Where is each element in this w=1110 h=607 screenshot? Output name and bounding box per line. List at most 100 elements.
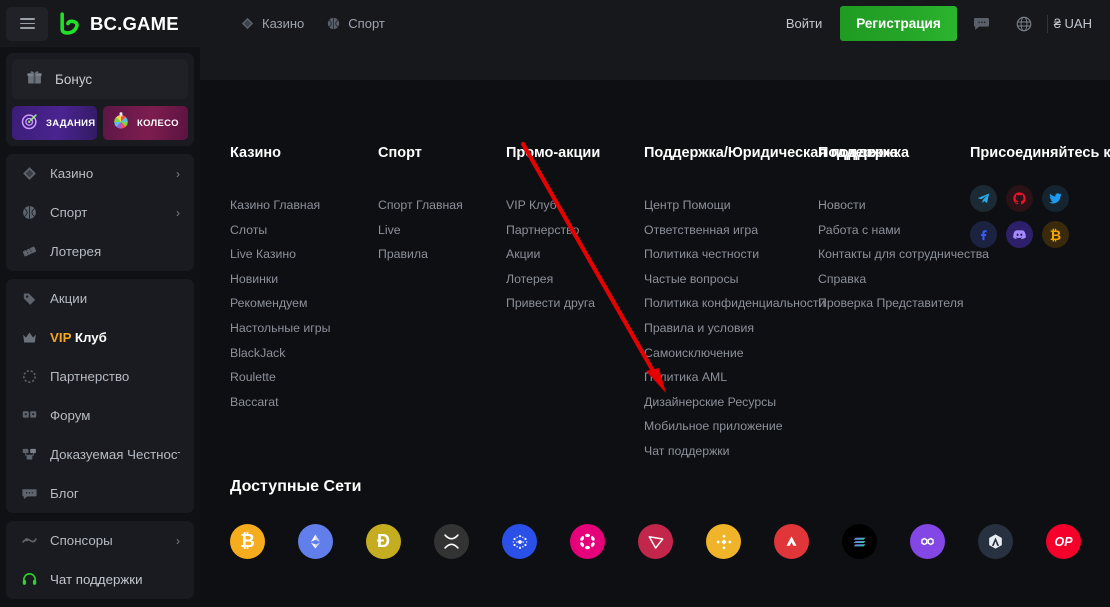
header-right: Войти Регистрация ₴ UAH bbox=[772, 6, 1110, 41]
footer-link[interactable]: VIP Клуб bbox=[506, 193, 600, 218]
hamburger-icon[interactable] bbox=[6, 6, 48, 41]
binance-network-icon[interactable] bbox=[706, 524, 741, 559]
bitcoin-icon[interactable]: ₿ bbox=[1042, 221, 1069, 248]
footer-link[interactable]: Чат поддержки bbox=[644, 439, 909, 464]
lottery-ticket-icon bbox=[20, 243, 38, 261]
ethereum-network-icon[interactable] bbox=[298, 524, 333, 559]
sidebar-item-provably-fair-label: Доказуемая Честность bbox=[50, 447, 180, 462]
footer-link[interactable]: Партнерство bbox=[506, 218, 600, 243]
sidebar-bonus-label: Бонус bbox=[55, 71, 93, 87]
register-button[interactable]: Регистрация bbox=[840, 6, 957, 41]
sidebar-item-bonus[interactable]: Бонус bbox=[12, 59, 188, 99]
footer-column-sports-heading: Спорт bbox=[378, 145, 422, 161]
footer-column-casino-heading: Казино bbox=[230, 145, 282, 161]
sidebar-item-affiliate[interactable]: Партнерство bbox=[6, 357, 194, 396]
vip-prefix: VIP bbox=[50, 330, 72, 345]
footer-link[interactable]: Привести друга bbox=[506, 291, 600, 316]
discord-icon[interactable] bbox=[1006, 221, 1033, 248]
footer-link[interactable]: Справка bbox=[818, 267, 989, 292]
solana-network-icon[interactable] bbox=[842, 524, 877, 559]
sponsors-icon bbox=[20, 532, 38, 550]
sidebar-item-support-chat[interactable]: Чат поддержки bbox=[6, 560, 194, 599]
footer-link[interactable]: Слоты bbox=[230, 218, 330, 243]
footer-link[interactable]: Live Казино bbox=[230, 242, 330, 267]
sidebar-item-lottery[interactable]: Лотерея bbox=[6, 232, 194, 271]
cardano-network-icon[interactable] bbox=[502, 524, 537, 559]
crown-icon bbox=[20, 329, 38, 347]
footer-link[interactable]: BlackJack bbox=[230, 341, 330, 366]
currency-selector[interactable]: ₴ UAH bbox=[1054, 16, 1096, 31]
casino-diamond-icon bbox=[20, 165, 38, 183]
footer-link[interactable]: Дизайнерские Ресурсы bbox=[644, 390, 909, 415]
footer-social-links: ₿ bbox=[970, 185, 1090, 248]
headset-icon bbox=[20, 571, 38, 589]
header-nav-casino-label: Казино bbox=[262, 16, 305, 31]
sidebar-item-sports[interactable]: Спорт › bbox=[6, 193, 194, 232]
footer-link[interactable]: Проверка Представителя bbox=[818, 291, 989, 316]
tron-network-icon[interactable] bbox=[638, 524, 673, 559]
footer-link[interactable]: Рекомендуем bbox=[230, 291, 330, 316]
footer-column-promotions: Промо-акции VIP Клуб Партнерство Акции Л… bbox=[506, 145, 600, 316]
site-footer: Казино Казино Главная Слоты Live Казино … bbox=[200, 80, 1110, 607]
sidebar-item-lottery-label: Лотерея bbox=[50, 244, 102, 259]
footer-link[interactable]: Политика AML bbox=[644, 365, 909, 390]
twitter-icon[interactable] bbox=[1042, 185, 1069, 212]
facebook-icon[interactable] bbox=[970, 221, 997, 248]
avalanche-network-icon[interactable] bbox=[774, 524, 809, 559]
sidebar-group-secondary: Акции VIP Клуб Партнерство Форум Доказуе… bbox=[6, 279, 194, 513]
brand-logo[interactable]: BC.GAME bbox=[58, 11, 179, 36]
header-nav-sports[interactable]: Спорт bbox=[326, 16, 385, 31]
sidebar-item-forum[interactable]: Форум bbox=[6, 396, 194, 435]
footer-link[interactable]: Правила и условия bbox=[644, 316, 909, 341]
optimism-network-icon[interactable]: OP bbox=[1046, 524, 1081, 559]
available-networks-heading: Доступные Сети bbox=[230, 478, 362, 495]
footer-link[interactable]: Акции bbox=[506, 242, 600, 267]
dogecoin-network-icon[interactable]: Ð bbox=[366, 524, 401, 559]
arbitrum-network-icon[interactable] bbox=[978, 524, 1013, 559]
sidebar-item-casino[interactable]: Казино › bbox=[6, 154, 194, 193]
globe-icon[interactable] bbox=[1007, 7, 1041, 41]
login-button[interactable]: Войти bbox=[772, 8, 836, 39]
brand-text: BC.GAME bbox=[90, 12, 179, 34]
sidebar-promo-wheel[interactable]: КОЛЕСО bbox=[103, 106, 188, 140]
footer-link[interactable]: Новинки bbox=[230, 267, 330, 292]
sidebar: Бонус ЗАДАНИЯ КОЛЕСО Казино › Спорт › Ло… bbox=[0, 47, 200, 607]
main-content: Казино Казино Главная Слоты Live Казино … bbox=[200, 47, 1110, 607]
github-icon[interactable] bbox=[1006, 185, 1033, 212]
ripple-network-icon[interactable] bbox=[434, 524, 469, 559]
footer-link[interactable]: Работа с нами bbox=[818, 218, 989, 243]
sidebar-item-promotions[interactable]: Акции bbox=[6, 279, 194, 318]
sidebar-item-sponsors[interactable]: Спонсоры › bbox=[6, 521, 194, 560]
footer-column-join-us: Присоединяйтесь к нам bbox=[970, 145, 1110, 161]
sidebar-item-vip-club[interactable]: VIP Клуб bbox=[6, 318, 194, 357]
bcgame-logo-icon bbox=[58, 11, 83, 36]
footer-link-mobile-app[interactable]: Мобильное приложение bbox=[644, 414, 909, 439]
footer-column-support-links: Новости Работа с нами Контакты для сотру… bbox=[818, 193, 989, 316]
sidebar-group-primary: Казино › Спорт › Лотерея bbox=[6, 154, 194, 271]
sidebar-item-provably-fair[interactable]: Доказуемая Честность bbox=[6, 435, 194, 474]
footer-link[interactable]: Live bbox=[378, 218, 463, 243]
footer-link[interactable]: Настольные игры bbox=[230, 316, 330, 341]
header-nav-casino[interactable]: Казино bbox=[240, 16, 304, 31]
wheel-icon bbox=[111, 111, 131, 136]
chat-bubble-icon[interactable] bbox=[965, 7, 999, 41]
telegram-icon[interactable] bbox=[970, 185, 997, 212]
sidebar-item-blog[interactable]: Блог bbox=[6, 474, 194, 513]
footer-link[interactable]: Baccarat bbox=[230, 390, 330, 415]
footer-link[interactable]: Спорт Главная bbox=[378, 193, 463, 218]
footer-link[interactable]: Новости bbox=[818, 193, 989, 218]
footer-link[interactable]: Лотерея bbox=[506, 267, 600, 292]
content-top-band bbox=[200, 47, 1110, 80]
polygon-network-icon[interactable] bbox=[910, 524, 945, 559]
footer-link[interactable]: Roulette bbox=[230, 365, 330, 390]
polkadot-network-icon[interactable] bbox=[570, 524, 605, 559]
sidebar-promo-tasks[interactable]: ЗАДАНИЯ bbox=[12, 106, 97, 140]
bitcoin-network-icon[interactable]: ₿ bbox=[230, 524, 265, 559]
footer-column-promotions-heading: Промо-акции bbox=[506, 145, 601, 161]
footer-link[interactable]: Самоисключение bbox=[644, 341, 909, 366]
sidebar-promo-wheel-label: КОЛЕСО bbox=[137, 117, 179, 129]
footer-link[interactable]: Контакты для сотрудничества bbox=[818, 242, 989, 267]
footer-link[interactable]: Правила bbox=[378, 242, 463, 267]
footer-link[interactable]: Казино Главная bbox=[230, 193, 330, 218]
sidebar-item-sponsors-label: Спонсоры bbox=[50, 533, 113, 548]
